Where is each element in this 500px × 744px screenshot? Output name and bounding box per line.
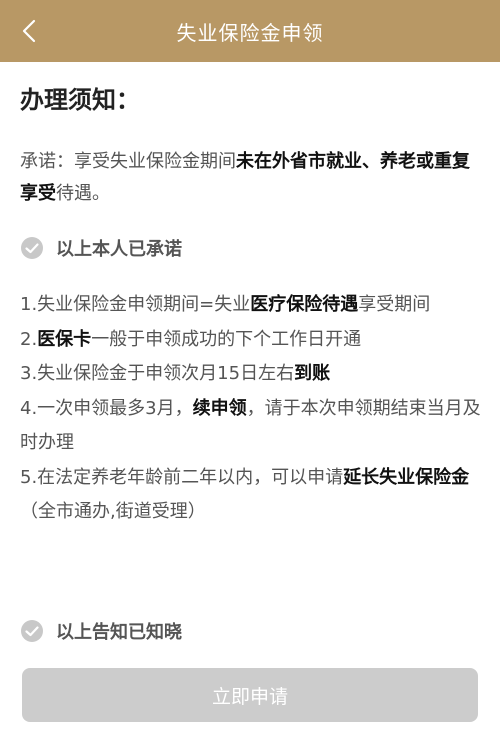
top-bar: 失业保险金申领 [0, 0, 500, 62]
section-title: 办理须知： [20, 86, 140, 114]
check-circle-icon [21, 620, 43, 642]
chevron-left-icon [22, 19, 36, 43]
notice-item: 4.一次申领最多3月，续申领，请于本次申领期结束当月及时办理 [20, 392, 482, 461]
check-circle-icon [21, 237, 43, 259]
notice-emphasis: 医疗保险待遇 [250, 294, 359, 315]
notice-text: 3.失业保险金于申领次月15日左右 [20, 363, 295, 384]
promise-prefix: 承诺：享受失业保险金期间 [20, 151, 236, 172]
notice-item: 2.医保卡一般于申领成功的下个工作日开通 [20, 323, 482, 358]
agree-promise-checkbox[interactable]: 以上本人已承诺 [20, 235, 182, 261]
promise-text: 承诺：享受失业保险金期间未在外省市就业、养老或重复享受待遇。 [20, 146, 482, 210]
notice-emphasis: 医保卡 [37, 328, 92, 350]
promise-suffix: 待遇。 [56, 183, 110, 204]
page-title: 失业保险金申领 [176, 20, 324, 45]
notice-text: 2. [20, 328, 38, 350]
notice-item: 5.在法定养老年龄前二年以内，可以申请延长失业保险金 （全市通办,街道受理） [20, 461, 482, 530]
notice-emphasis: 续申领 [192, 397, 247, 419]
agree-notice-label: 以上告知已知晓 [56, 622, 182, 643]
notice-emphasis: 到账 [294, 363, 331, 384]
notice-item: 3.失业保险金于申领次月15日左右到账 [20, 357, 482, 392]
notice-text: （全市通办,街道受理） [20, 501, 206, 522]
notice-text: 一般于申领成功的下个工作日开通 [91, 328, 362, 350]
notice-text: 享受期间 [358, 294, 431, 315]
back-button[interactable] [12, 14, 46, 48]
notice-emphasis: 延长失业保险金 [343, 466, 470, 488]
agree-notice-checkbox[interactable]: 以上告知已知晓 [20, 618, 182, 644]
notice-text: 5.在法定养老年龄前二年以内，可以申请 [20, 466, 344, 488]
notice-text: 4.一次申领最多3月， [20, 397, 193, 419]
notice-list: 1.失业保险金申领期间=失业医疗保险待遇享受期间 2.医保卡一般于申领成功的下个… [20, 288, 482, 530]
agree-promise-label: 以上本人已承诺 [56, 239, 182, 260]
apply-now-button[interactable]: 立即申请 [22, 668, 478, 722]
notice-item: 1.失业保险金申领期间=失业医疗保险待遇享受期间 [20, 288, 482, 323]
notice-text: 1.失业保险金申领期间=失业 [20, 294, 251, 315]
